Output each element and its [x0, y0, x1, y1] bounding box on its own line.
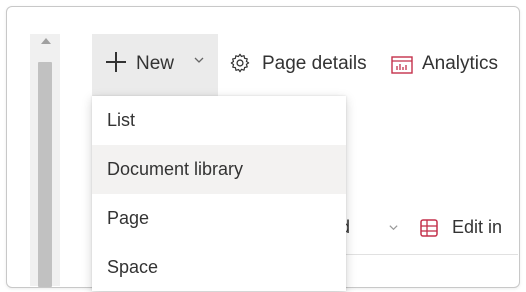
- vertical-scrollbar[interactable]: [30, 34, 60, 287]
- chevron-down-icon: [194, 57, 204, 63]
- menu-item-list[interactable]: List: [92, 96, 346, 145]
- divider: [330, 254, 518, 255]
- new-menu-dropdown: List Document library Page Space: [92, 96, 346, 291]
- menu-item-space[interactable]: Space: [92, 243, 346, 292]
- scroll-up-arrow-icon[interactable]: [41, 38, 51, 44]
- grid-icon[interactable]: [420, 219, 438, 237]
- new-button-label: New: [136, 53, 175, 74]
- scrollbar-thumb[interactable]: [38, 62, 52, 287]
- menu-item-page[interactable]: Page: [92, 194, 346, 243]
- menu-item-document-library[interactable]: Document library: [92, 145, 346, 194]
- analytics-button[interactable]: Analytics: [422, 53, 498, 75]
- analytics-icon[interactable]: [391, 56, 413, 74]
- new-button[interactable]: New: [92, 34, 218, 96]
- edit-in-button-fragment[interactable]: Edit in: [452, 217, 502, 238]
- plus-icon: [106, 52, 126, 72]
- chevron-down-icon[interactable]: [388, 222, 399, 233]
- page-details-button[interactable]: Page details: [262, 53, 367, 75]
- gear-icon[interactable]: [229, 52, 251, 74]
